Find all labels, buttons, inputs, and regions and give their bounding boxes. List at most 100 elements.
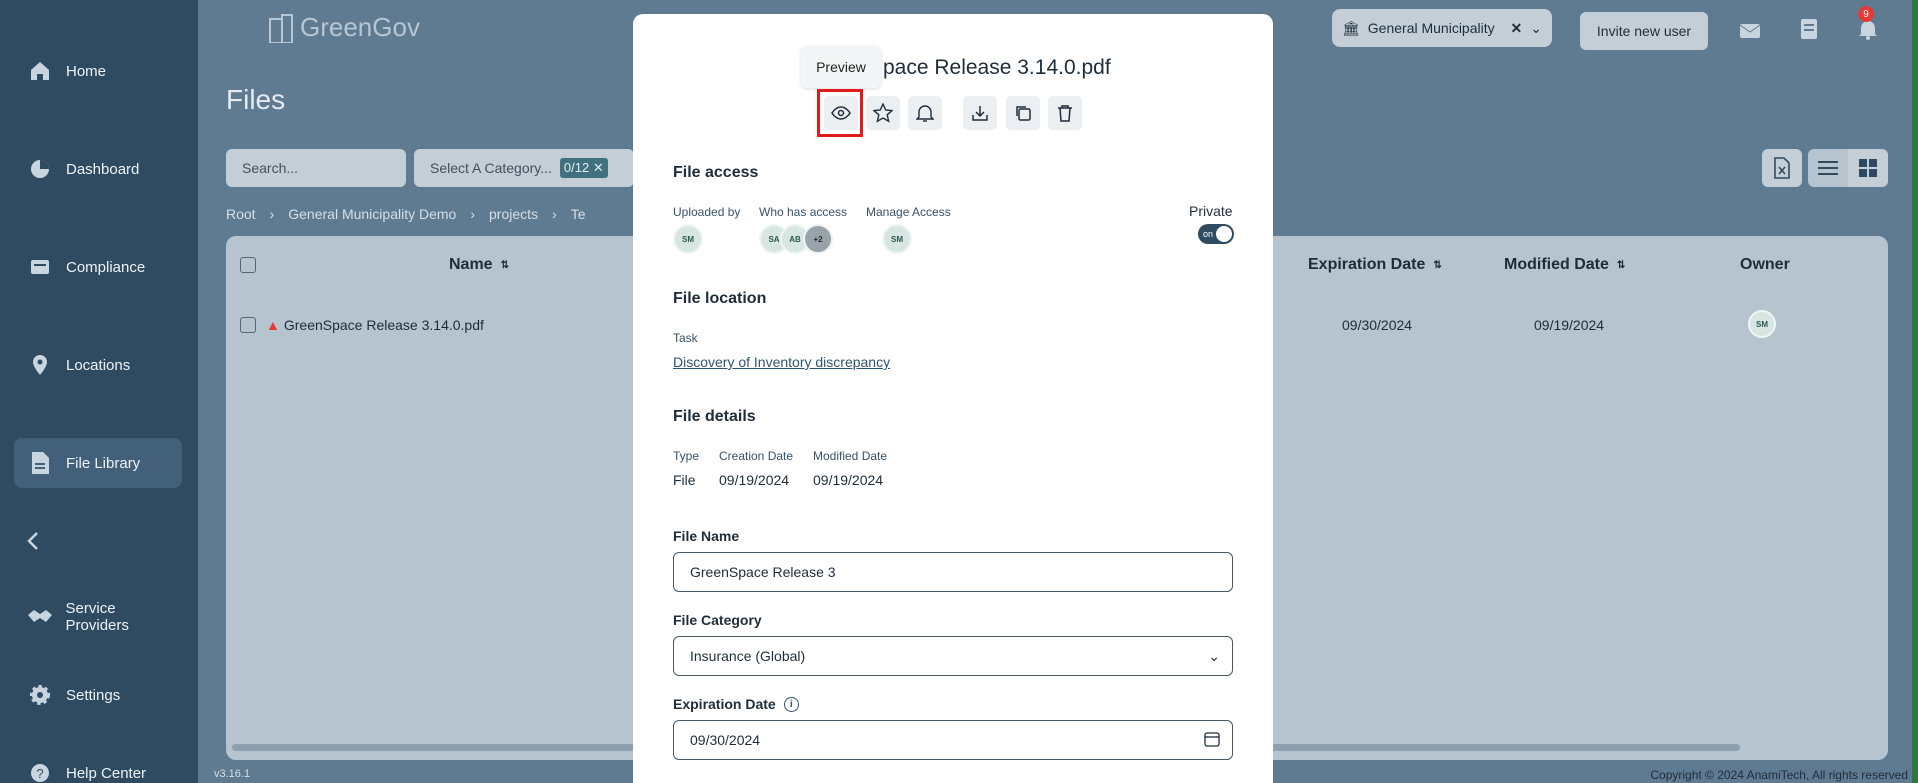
column-header-owner: Owner: [1740, 256, 1790, 273]
copyright: Copyright © 2024 AnamiTech, All rights r…: [1650, 768, 1908, 782]
star-icon: [873, 103, 893, 123]
chevron-right-icon: ›: [470, 206, 475, 222]
clear-icon[interactable]: ✕: [1511, 20, 1523, 37]
export-excel-button[interactable]: [1762, 149, 1802, 187]
svg-text:?: ?: [36, 766, 43, 781]
column-header-name[interactable]: Name ⇅: [449, 256, 509, 274]
municipality-selector[interactable]: 🏛 General Municipality ✕ ⌄: [1332, 9, 1552, 47]
breadcrumb-item[interactable]: General Municipality Demo: [288, 206, 456, 222]
collapse-sidebar-button[interactable]: [14, 516, 54, 566]
category-select[interactable]: Select A Category... 0/12 ✕: [414, 149, 634, 187]
chevron-down-icon: ⌄: [1208, 647, 1220, 664]
file-category-select[interactable]: Insurance (Global) ⌄: [673, 636, 1233, 676]
warning-icon: ▲: [266, 317, 280, 333]
expiration-date-label: Expiration Date i: [673, 696, 799, 712]
info-icon[interactable]: i: [783, 696, 799, 712]
breadcrumb-item[interactable]: projects: [489, 206, 538, 222]
sidebar-item-label: Service Providers: [65, 600, 129, 634]
column-header-modified[interactable]: Modified Date ⇅: [1504, 256, 1625, 274]
sidebar-item-locations[interactable]: Locations: [14, 340, 182, 390]
file-location-heading: File location: [673, 290, 767, 307]
search-input[interactable]: Search...: [226, 149, 406, 187]
sidebar-item-compliance[interactable]: Compliance: [14, 242, 182, 292]
handshake-icon: [14, 606, 66, 628]
category-count-chip[interactable]: 0/12 ✕: [559, 158, 608, 178]
table-row[interactable]: ▲ GreenSpace Release 3.14.0.pdf: [266, 317, 484, 333]
grid-icon: [1859, 159, 1877, 177]
sidebar-scrollbar[interactable]: [0, 0, 8, 783]
task-link[interactable]: Discovery of Inventory discrepancy: [673, 354, 890, 370]
type-value: File: [673, 472, 696, 488]
notification-badge: 9: [1858, 6, 1874, 22]
sidebar-item-label: File Library: [66, 454, 141, 472]
breadcrumb-item[interactable]: Root: [226, 206, 256, 222]
file-name-input[interactable]: GreenSpace Release 3: [673, 552, 1233, 592]
sidebar-item-service-providers[interactable]: Service Providers: [14, 592, 182, 642]
modified-date-value: 09/19/2024: [813, 472, 884, 488]
sidebar-item-label: Locations: [66, 356, 131, 374]
uploaded-by-label: Uploaded by: [673, 205, 741, 219]
grid-view-button[interactable]: [1848, 149, 1888, 187]
sort-icon: ⇅: [500, 259, 509, 271]
sidebar-item-dashboard[interactable]: Dashboard: [14, 144, 182, 194]
help-icon: ?: [14, 761, 66, 783]
mail-icon[interactable]: [1737, 16, 1763, 42]
expiration-date-input[interactable]: 09/30/2024: [673, 720, 1233, 760]
file-category-label: File Category: [673, 612, 762, 628]
sidebar-item-settings[interactable]: Settings: [14, 670, 182, 720]
sort-icon: ⇅: [1616, 259, 1626, 271]
task-label: Task: [673, 331, 698, 345]
more-access-avatar[interactable]: +2: [803, 224, 833, 254]
list-view-button[interactable]: [1808, 149, 1848, 187]
breadcrumb: Root › General Municipality Demo › project…: [226, 206, 586, 222]
sidebar-item-label: Home: [66, 62, 107, 80]
select-all-checkbox[interactable]: [240, 257, 256, 273]
invite-user-button[interactable]: Invite new user: [1580, 12, 1708, 50]
municipality-name: General Municipality: [1367, 20, 1495, 36]
type-label: Type: [673, 449, 700, 463]
sidebar-item-label: Compliance: [66, 258, 146, 276]
file-name-cell[interactable]: GreenSpace Release 3.14.0.pdf: [284, 317, 484, 333]
dashboard-icon: [14, 157, 66, 181]
sidebar-item-label: Settings: [66, 686, 121, 704]
private-toggle[interactable]: on: [1198, 224, 1234, 244]
file-details-heading: File details: [673, 408, 756, 425]
copy-icon: [1016, 106, 1031, 121]
creation-date-value: 09/19/2024: [719, 472, 790, 488]
bank-icon: 🏛: [1342, 19, 1360, 36]
sidebar-item-file-library[interactable]: File Library: [14, 438, 182, 488]
copy-button[interactable]: [1006, 96, 1040, 130]
calendar-icon[interactable]: [1204, 731, 1220, 750]
sidebar-item-label: Help Center: [66, 764, 147, 782]
sidebar-item-home[interactable]: Home: [14, 46, 182, 96]
notify-button[interactable]: [908, 96, 942, 130]
sort-icon: ⇅: [1433, 259, 1442, 271]
download-button[interactable]: [963, 96, 997, 130]
row-checkbox[interactable]: [240, 317, 256, 333]
sidebar: Home Dashboard Compliance Locations File…: [0, 0, 198, 783]
breadcrumb-item[interactable]: Te: [571, 206, 586, 222]
favorite-button[interactable]: [866, 96, 900, 130]
right-edge-bar: [1912, 0, 1918, 783]
expiration-cell: 09/30/2024: [1342, 317, 1413, 333]
page-title: Files: [226, 84, 286, 115]
creation-date-label: Creation Date: [719, 449, 794, 463]
modified-date-label: Modified Date: [813, 449, 888, 463]
delete-button[interactable]: [1048, 96, 1082, 130]
file-name-label: File Name: [673, 528, 740, 544]
modified-cell: 09/19/2024: [1534, 317, 1605, 333]
chevron-down-icon[interactable]: ⌄: [1530, 20, 1542, 37]
file-access-heading: File access: [673, 164, 759, 181]
app-version: v3.16.1: [214, 768, 251, 780]
excel-file-icon: [1774, 157, 1790, 179]
home-icon: [14, 59, 66, 83]
document-icon[interactable]: [1796, 16, 1822, 42]
manager-avatar[interactable]: SM: [882, 224, 912, 254]
private-label: Private: [1189, 203, 1233, 219]
building-icon: [269, 13, 293, 43]
owner-avatar: SM: [1748, 310, 1776, 338]
list-icon: [1818, 161, 1838, 175]
preview-tooltip: Preview: [801, 46, 881, 88]
column-header-expiration[interactable]: Expiration Date ⇅: [1308, 256, 1442, 274]
sidebar-item-help-center[interactable]: ? Help Center: [14, 748, 182, 783]
